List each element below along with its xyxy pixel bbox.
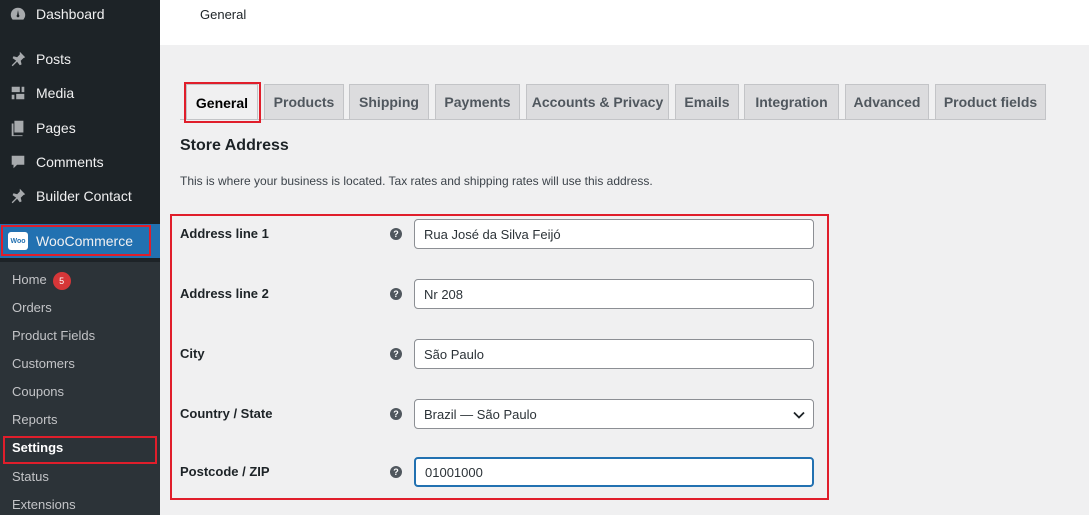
submenu-item-customers[interactable]: Customers	[12, 354, 75, 374]
tab-payments[interactable]: Payments	[435, 84, 520, 119]
tab-products[interactable]: Products	[264, 84, 344, 119]
pin-icon	[8, 186, 28, 206]
help-icon[interactable]: ?	[390, 228, 402, 240]
tab-accounts-privacy[interactable]: Accounts & Privacy	[526, 84, 669, 119]
submenu-item-status[interactable]: Status	[12, 467, 49, 487]
sidebar-item-label: Media	[36, 85, 75, 101]
tab-general[interactable]: General	[186, 84, 258, 120]
submenu-item-coupons[interactable]: Coupons	[12, 382, 64, 402]
woocommerce-logo-icon: Woo	[8, 231, 28, 251]
tab-integration[interactable]: Integration	[744, 84, 839, 119]
chevron-down-icon	[793, 411, 805, 419]
tab-advanced[interactable]: Advanced	[845, 84, 929, 119]
sidebar-item-label: Comments	[36, 154, 104, 170]
comment-icon	[8, 152, 28, 172]
city-input[interactable]: São Paulo	[414, 339, 814, 369]
sidebar-item-dashboard[interactable]: Dashboard	[0, 0, 160, 31]
address-line-1-label: Address line 1	[180, 226, 269, 241]
country-state-selected-value: Brazil — São Paulo	[424, 406, 537, 422]
postcode-input[interactable]: 01001000	[414, 457, 814, 487]
admin-sidebar: Dashboard Posts Media Pages Comments Bui…	[0, 0, 160, 515]
sidebar-item-pages[interactable]: Pages	[0, 111, 160, 145]
submenu-item-reports[interactable]: Reports	[12, 410, 58, 430]
pin-icon	[8, 49, 28, 69]
pages-icon	[8, 118, 28, 138]
sidebar-item-woocommerce[interactable]: Woo WooCommerce	[0, 224, 160, 258]
help-icon[interactable]: ?	[390, 466, 402, 478]
country-state-select[interactable]: Brazil — São Paulo	[414, 399, 814, 429]
address-line-1-input[interactable]: Rua José da Silva Feijó	[414, 219, 814, 249]
tab-shipping[interactable]: Shipping	[349, 84, 429, 119]
city-label: City	[180, 346, 205, 361]
section-title: Store Address	[180, 137, 289, 154]
sidebar-item-posts[interactable]: Posts	[0, 42, 160, 76]
sidebar-item-comments[interactable]: Comments	[0, 145, 160, 179]
notification-count-badge: 5	[52, 271, 71, 290]
country-state-label: Country / State	[180, 406, 273, 421]
page-title: General	[200, 7, 247, 22]
postcode-label: Postcode / ZIP	[180, 464, 270, 479]
submenu-item-label: Home	[12, 272, 47, 287]
tab-product-fields[interactable]: Product fields	[935, 84, 1046, 119]
sidebar-item-label: Pages	[36, 120, 76, 136]
sidebar-item-label: Dashboard	[36, 6, 105, 22]
sidebar-item-builder-contact[interactable]: Builder Contact	[0, 179, 160, 213]
help-icon[interactable]: ?	[390, 348, 402, 360]
submenu-item-settings[interactable]: Settings	[12, 438, 63, 458]
address-line-2-label: Address line 2	[180, 286, 269, 301]
tab-divider	[180, 119, 1046, 120]
help-icon[interactable]: ?	[390, 288, 402, 300]
submenu-item-extensions[interactable]: Extensions	[12, 495, 76, 515]
submenu-item-product-fields[interactable]: Product Fields	[12, 326, 95, 346]
sidebar-item-label: Builder Contact	[36, 188, 132, 204]
section-description: This is where your business is located. …	[180, 174, 653, 188]
submenu-item-home[interactable]: Home 5	[12, 270, 71, 290]
help-icon[interactable]: ?	[390, 408, 402, 420]
sidebar-item-label: WooCommerce	[36, 233, 133, 249]
sidebar-item-media[interactable]: Media	[0, 76, 160, 110]
dashboard-icon	[8, 4, 28, 24]
submenu-item-orders[interactable]: Orders	[12, 298, 52, 318]
media-icon	[8, 83, 28, 103]
page-header: General	[160, 0, 1089, 45]
address-line-2-input[interactable]: Nr 208	[414, 279, 814, 309]
tab-emails[interactable]: Emails	[675, 84, 739, 119]
sidebar-item-label: Posts	[36, 51, 72, 67]
woocommerce-submenu: Home 5 Orders Product Fields Customers Co…	[0, 262, 160, 515]
